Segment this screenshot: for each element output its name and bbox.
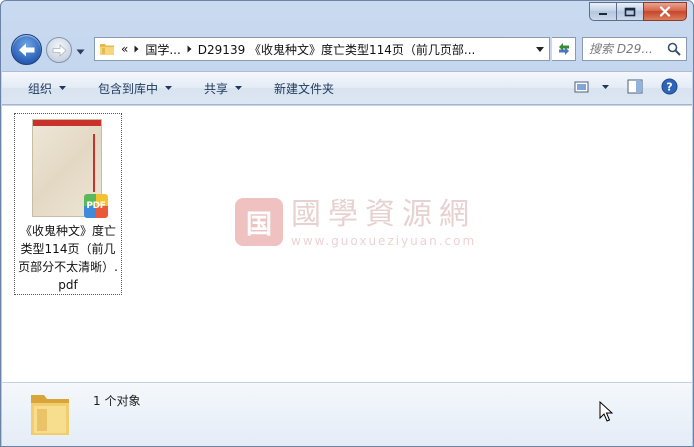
back-arrow-icon — [18, 43, 34, 56]
new-folder-button[interactable]: 新建文件夹 — [262, 75, 346, 101]
watermark: 国 國學資源網 www.guoxueziyuan.com — [235, 198, 476, 248]
file-list[interactable]: PDF 《收鬼种文》度亡类型114页（前几页部分不太清晰）.pdf 国 國學資源… — [2, 106, 692, 382]
folder-icon — [100, 44, 114, 55]
svg-text:?: ? — [666, 81, 672, 94]
recent-pages-dropdown[interactable] — [76, 44, 85, 58]
chevron-down-icon — [165, 86, 173, 90]
file-item[interactable]: PDF 《收鬼种文》度亡类型114页（前几页部分不太清晰）.pdf — [14, 113, 122, 295]
item-count: 1 个对象 — [93, 394, 141, 408]
refresh-button[interactable] — [552, 37, 576, 61]
chevron-down-icon — [235, 86, 243, 90]
folder-icon — [31, 395, 69, 435]
search-box[interactable] — [582, 37, 687, 61]
watermark-text: 國學資源網 www.guoxueziyuan.com — [291, 197, 477, 249]
pdf-badge-label: PDF — [86, 201, 106, 211]
help-button[interactable]: ? — [661, 78, 678, 95]
close-icon — [659, 6, 671, 17]
thumbnail-header-bar — [33, 120, 101, 126]
file-name: 《收鬼种文》度亡类型114页（前几页部分不太清晰）.pdf — [18, 224, 118, 292]
breadcrumb-item[interactable]: D29139 《收鬼种文》度亡类型114页（前几页部... — [198, 41, 476, 58]
breadcrumb-separator[interactable] — [134, 42, 139, 56]
new-folder-label: 新建文件夹 — [274, 81, 335, 96]
seal-logo-icon: 国 — [235, 198, 283, 246]
share-menu[interactable]: 共享 — [192, 75, 254, 101]
search-input[interactable] — [583, 42, 667, 56]
chevron-down-icon — [59, 86, 67, 90]
refresh-icon — [558, 43, 569, 55]
pdf-icon: PDF — [84, 194, 108, 218]
back-button[interactable] — [11, 34, 42, 65]
explorer-window: « 国学... D29139 《收鬼种文》度亡类型114页（前几页部... 搜索… — [0, 0, 694, 447]
thumbnail-margin-line — [93, 134, 95, 192]
change-view-button[interactable] — [574, 80, 609, 94]
preview-pane-button[interactable] — [627, 79, 643, 94]
forward-button[interactable] — [46, 37, 72, 63]
organize-menu[interactable]: 组织 — [16, 75, 78, 101]
chevron-down-icon — [536, 46, 544, 52]
command-toolbar: 组织 包含到库中 共享 新建文件夹 ? — [2, 71, 692, 105]
close-button[interactable] — [643, 2, 687, 21]
help-icon: ? — [661, 78, 678, 95]
chevron-right-icon — [134, 45, 139, 53]
watermark-url: www.guoxueziyuan.com — [291, 234, 477, 248]
forward-arrow-icon — [52, 43, 67, 57]
search-icon[interactable] — [667, 42, 681, 56]
minimize-icon — [599, 12, 607, 15]
chevron-down-icon — [602, 84, 609, 89]
address-bar[interactable]: « 国学... D29139 《收鬼种文》度亡类型114页（前几页部... — [94, 37, 550, 61]
watermark-title: 國學資源網 — [291, 197, 476, 232]
navigation-bar: « 国学... D29139 《收鬼种文》度亡类型114页（前几页部... — [7, 31, 689, 67]
maximize-button[interactable] — [616, 2, 643, 21]
address-history-dropdown[interactable] — [531, 38, 549, 60]
breadcrumb-overflow[interactable]: « — [121, 42, 128, 56]
minimize-button[interactable] — [589, 2, 616, 21]
view-icon — [574, 81, 589, 92]
preview-pane-icon — [627, 79, 643, 94]
details-pane: 1 个对象 — [2, 382, 692, 446]
chevron-right-icon — [187, 45, 192, 53]
share-label: 共享 — [204, 81, 229, 96]
caption-buttons — [589, 2, 687, 21]
include-in-library-label: 包含到库中 — [98, 81, 159, 96]
toolbar-right-group: ? — [574, 78, 678, 95]
breadcrumb-item[interactable]: 国学... — [145, 41, 180, 58]
mouse-cursor-icon — [599, 401, 613, 422]
organize-label: 组织 — [28, 81, 53, 96]
include-in-library-menu[interactable]: 包含到库中 — [86, 75, 184, 101]
chevron-down-icon — [76, 49, 85, 55]
breadcrumb-separator[interactable] — [187, 42, 192, 56]
maximize-icon — [624, 7, 636, 16]
